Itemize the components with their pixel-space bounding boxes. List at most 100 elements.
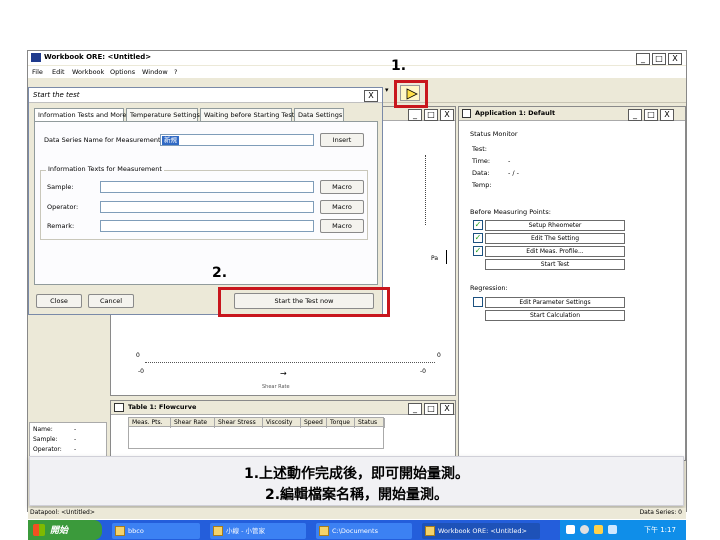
start-test-button[interactable]: Start Test — [485, 259, 625, 270]
caption-line-2: 2.編輯檔案名稱，開始量測。 — [264, 487, 449, 503]
info-value: - — [74, 446, 77, 453]
edit-parameter-button[interactable]: Edit Parameter Settings — [485, 297, 625, 308]
tray-icon[interactable] — [580, 525, 589, 534]
dialog-titlebar: Start the test — [29, 88, 382, 103]
sample-label: Sample: — [47, 183, 74, 191]
table-minimize-button[interactable]: _ — [408, 403, 422, 415]
tray-icon[interactable] — [566, 525, 575, 534]
x-axis-arrow-icon: → — [280, 369, 287, 378]
application-maximize-button[interactable]: □ — [644, 109, 658, 121]
pa-axis-tick — [446, 250, 447, 264]
menu-options[interactable]: Options — [110, 68, 135, 76]
status-label: Time: — [472, 157, 491, 165]
workbook-icon — [425, 526, 435, 536]
menu-bar: File Edit Workbook Options Window ? — [28, 66, 686, 78]
chart-minimize-button[interactable]: _ — [408, 109, 422, 121]
windows-logo-icon — [33, 524, 45, 536]
sample-macro-button[interactable]: Macro — [320, 180, 364, 194]
menu-edit[interactable]: Edit — [52, 68, 65, 76]
dialog-title: Start the test — [33, 91, 80, 99]
tab-temperature[interactable]: Temperature Settings — [126, 108, 200, 121]
folder-icon — [319, 526, 329, 536]
remark-field[interactable] — [100, 220, 314, 232]
app-logo-icon — [31, 53, 41, 62]
highlight-start-test-now — [218, 287, 390, 317]
caption-line-1: 1.上述動作完成後，即可開始量測。 — [243, 466, 470, 482]
application-close-button[interactable]: X — [660, 109, 674, 121]
edit-profile-button[interactable]: Edit Meas. Profile... — [485, 246, 625, 257]
edit-setting-checkbox[interactable]: ✓ — [473, 233, 483, 243]
setup-rheometer-button[interactable]: Setup Rheometer — [485, 220, 625, 231]
edit-profile-checkbox[interactable]: ✓ — [473, 246, 483, 256]
chart-x-axis — [145, 362, 435, 363]
remark-label: Remark: — [47, 222, 75, 230]
chart-maximize-button[interactable]: □ — [424, 109, 438, 121]
application-title: Application 1: Default — [475, 109, 556, 117]
chart-y-tick-marks — [425, 155, 429, 225]
table-row[interactable] — [128, 427, 384, 449]
dialog-close-button[interactable]: X — [364, 90, 378, 102]
highlight-toolbar-start — [394, 80, 428, 108]
start-button[interactable]: 開始 — [28, 520, 102, 540]
table-maximize-button[interactable]: □ — [424, 403, 438, 415]
tray-icon[interactable] — [608, 525, 617, 534]
system-tray: 下午 1:17 — [560, 520, 686, 540]
maximize-button[interactable]: □ — [652, 53, 666, 65]
operator-field[interactable] — [100, 201, 314, 213]
status-monitor-title: Status Monitor — [470, 130, 518, 138]
menu-help[interactable]: ? — [174, 68, 177, 76]
caption-box: 1.上述動作完成後，即可開始量測。 2.編輯檔案名稱，開始量測。 — [29, 456, 684, 506]
info-label: Sample: — [33, 436, 58, 443]
menu-window[interactable]: Window — [142, 68, 168, 76]
workbook-title: Workbook ORE: <Untitled> — [44, 53, 152, 61]
clock[interactable]: 下午 1:17 — [644, 525, 676, 535]
app-icon — [213, 526, 223, 536]
setup-rheometer-checkbox[interactable]: ✓ — [473, 220, 483, 230]
table-header: Meas. Pts. Shear Rate Shear Stress Visco… — [128, 417, 385, 428]
regression-checkbox[interactable] — [473, 297, 483, 307]
start-calculation-button[interactable]: Start Calculation — [485, 310, 625, 321]
pa-label: Pa — [431, 255, 439, 262]
before-measuring-title: Before Measuring Points: — [470, 208, 551, 216]
chart-axis-right-bottom: -0 — [420, 368, 426, 375]
taskbar-item[interactable]: 小線 - 小管家 — [210, 523, 306, 539]
chart-close-button[interactable]: X — [440, 109, 454, 121]
tab-data-settings[interactable]: Data Settings — [294, 108, 344, 121]
regression-title: Regression: — [470, 284, 508, 292]
status-value: - / - — [508, 169, 520, 177]
application-minimize-button[interactable]: _ — [628, 109, 642, 121]
minimize-button[interactable]: _ — [636, 53, 650, 65]
step1-label: 1. — [391, 58, 407, 74]
tray-icon[interactable] — [594, 525, 603, 534]
status-bar: Datapool: <Untitled> Data Series: 0 — [28, 508, 686, 519]
tab-information[interactable]: Information Tests and More — [34, 108, 126, 121]
information-texts-title: Information Texts for Measurement — [46, 165, 164, 173]
statusbar-right: Data Series: 0 — [639, 509, 682, 516]
remark-macro-button[interactable]: Macro — [320, 219, 364, 233]
taskbar-item[interactable]: bbco — [112, 523, 200, 539]
status-label: Test: — [472, 145, 487, 153]
menu-file[interactable]: File — [32, 68, 43, 76]
status-label: Temp: — [472, 181, 492, 189]
dialog-close-text-button[interactable]: Close — [36, 294, 82, 308]
table-close-button[interactable]: X — [440, 403, 454, 415]
toolbar-dropdown-arrow[interactable]: ▾ — [385, 86, 393, 94]
chart-axis-right-top: 0 — [437, 352, 441, 359]
operator-macro-button[interactable]: Macro — [320, 200, 364, 214]
data-series-name-field[interactable]: 新規 — [160, 134, 314, 146]
sample-field[interactable] — [100, 181, 314, 193]
menu-workbook[interactable]: Workbook — [72, 68, 104, 76]
x-axis-caption: Shear Rate — [262, 384, 290, 390]
tab-waiting[interactable]: Waiting before Starting Test — [200, 108, 294, 121]
chart-axis-left-bottom: -0 — [138, 368, 144, 375]
status-value: - — [508, 157, 511, 165]
taskbar-item[interactable]: C:\Documents — [316, 523, 412, 539]
table-titlebar: Table 1: Flowcurve — [111, 401, 455, 415]
insert-button[interactable]: Insert — [320, 133, 364, 147]
taskbar-item-workbook[interactable]: Workbook ORE: <Untitled> — [422, 523, 540, 539]
dialog-cancel-button[interactable]: Cancel — [88, 294, 134, 308]
close-button[interactable]: X — [668, 53, 682, 65]
edit-setting-button[interactable]: Edit The Setting — [485, 233, 625, 244]
chart-axis-left-top: 0 — [136, 352, 140, 359]
info-label: Operator: — [33, 446, 62, 453]
